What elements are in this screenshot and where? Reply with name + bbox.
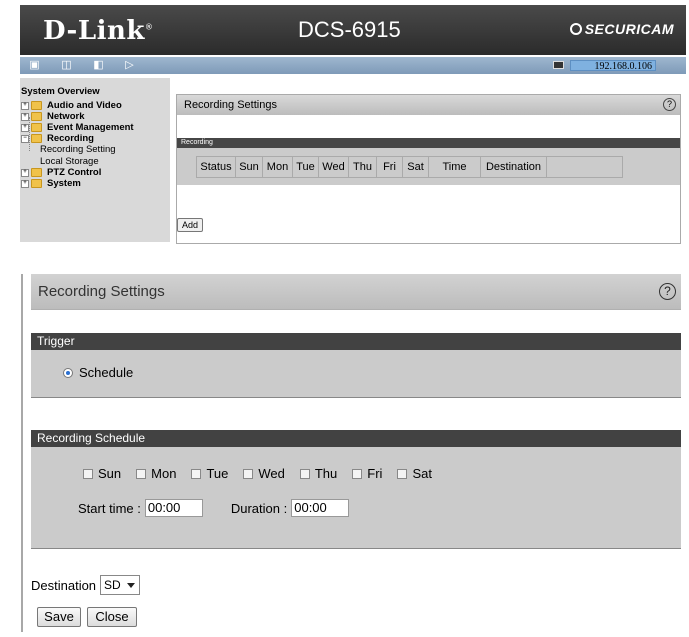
panel-header: Recording Settings ? — [177, 95, 680, 115]
search-icon[interactable]: ◫ — [60, 59, 73, 71]
destination-label: Destination — [31, 577, 97, 593]
exit-icon[interactable]: ▷ — [123, 59, 136, 71]
recording-settings-panel: Recording Settings ? Recording Status Su… — [176, 94, 681, 244]
day-checkboxes: Sun Mon Tue Wed Thu Fri Sat — [83, 466, 447, 481]
col-status: Status — [197, 157, 236, 177]
col-tue: Tue — [293, 157, 319, 177]
start-time-input[interactable]: 00:00 — [144, 499, 203, 517]
recording-section-header: Recording — [177, 138, 680, 148]
dlink-logo: D-Link® — [43, 16, 154, 46]
sidebar-item-recording[interactable]: − Recording — [21, 133, 94, 144]
top-screenshot: D-Link® DCS-6915 SECURICAM ▣ ◫ ◧ ▷ 192.1… — [20, 5, 686, 244]
sat-checkbox[interactable] — [397, 468, 408, 479]
header-bar: D-Link® DCS-6915 SECURICAM — [20, 5, 686, 55]
sun-checkbox[interactable] — [83, 468, 93, 479]
time-row: Start time : 00:00 Duration : 00:00 — [78, 499, 350, 517]
day-sat[interactable]: Sat — [397, 466, 432, 481]
monitor-icon — [553, 61, 564, 69]
col-destination: Destination — [481, 157, 547, 177]
bottom-screenshot: Recording Settings ? Trigger Schedule Re… — [21, 274, 681, 634]
col-empty — [547, 157, 622, 177]
day-sun[interactable]: Sun — [83, 466, 121, 481]
settings-header: Recording Settings ? — [31, 274, 681, 310]
trigger-section-header: Trigger — [31, 333, 681, 350]
expand-icon[interactable]: + — [21, 101, 29, 110]
help-icon[interactable]: ? — [659, 283, 676, 300]
destination-row: Destination SD — [31, 575, 141, 595]
fri-checkbox[interactable] — [352, 468, 363, 479]
model-name: DCS-6915 — [298, 17, 401, 42]
add-button[interactable]: Add — [177, 218, 203, 232]
securicam-mark-icon — [569, 23, 582, 35]
schedule-section: Sun Mon Tue Wed Thu Fri Sat Start time :… — [31, 447, 681, 549]
sidebar-item-audio-video[interactable]: + Audio and Video — [21, 100, 122, 111]
securicam-logo: SECURICAM — [569, 21, 674, 37]
duration-label: Duration : — [230, 500, 288, 516]
col-sun: Sun — [236, 157, 263, 177]
trigger-section: Schedule — [31, 350, 681, 398]
duration-input[interactable]: 00:00 — [291, 499, 350, 517]
schedule-radio-option[interactable]: Schedule — [63, 365, 133, 380]
folder-icon — [31, 168, 42, 177]
sidebar-title[interactable]: System Overview — [21, 86, 100, 97]
ip-address: 192.168.0.106 — [570, 60, 656, 72]
start-time-label: Start time : — [78, 500, 141, 516]
close-button[interactable]: Close — [87, 607, 137, 627]
mon-checkbox[interactable] — [136, 468, 147, 479]
main-content: Recording Settings ? Recording Status Su… — [173, 78, 684, 244]
folder-icon — [31, 112, 42, 121]
expand-icon[interactable]: + — [21, 179, 29, 188]
day-mon[interactable]: Mon — [136, 466, 176, 481]
schedule-section-header: Recording Schedule — [31, 430, 681, 447]
wed-checkbox[interactable] — [243, 468, 254, 479]
sidebar: System Overview + Audio and Video + Netw… — [20, 78, 170, 242]
day-fri[interactable]: Fri — [352, 466, 382, 481]
col-wed: Wed — [319, 157, 349, 177]
folder-icon — [31, 123, 42, 132]
sidebar-item-event-management[interactable]: + Event Management — [21, 122, 134, 133]
col-time: Time — [429, 157, 481, 177]
help-icon[interactable]: ? — [663, 98, 676, 111]
toolbar: ▣ ◫ ◧ ▷ 192.168.0.106 — [20, 57, 686, 74]
sidebar-item-local-storage[interactable]: Local Storage — [40, 156, 99, 167]
schedule-radio[interactable] — [63, 367, 73, 378]
destination-select[interactable]: SD — [100, 575, 141, 595]
collapse-icon[interactable]: − — [21, 134, 29, 143]
folder-icon — [31, 101, 42, 110]
sidebar-item-ptz-control[interactable]: + PTZ Control — [21, 167, 101, 178]
expand-icon[interactable]: + — [21, 123, 29, 132]
day-thu[interactable]: Thu — [299, 466, 337, 481]
day-wed[interactable]: Wed — [243, 466, 285, 481]
camera-icon[interactable]: ▣ — [28, 59, 41, 71]
sidebar-item-recording-setting[interactable]: Recording Setting — [40, 144, 116, 155]
sidebar-item-network[interactable]: + Network — [21, 111, 84, 122]
col-sat: Sat — [403, 157, 429, 177]
tue-checkbox[interactable] — [191, 468, 202, 479]
sidebar-item-system[interactable]: + System — [21, 178, 81, 189]
left-divider — [21, 274, 23, 632]
schedule-label: Schedule — [79, 365, 134, 380]
col-mon: Mon — [263, 157, 293, 177]
page-title: Recording Settings — [38, 283, 165, 300]
recording-table-header: Status Sun Mon Tue Wed Thu Fri Sat Time … — [196, 156, 623, 178]
open-folder-icon — [31, 134, 42, 143]
chevron-down-icon — [127, 583, 136, 588]
bookmark-icon[interactable]: ◧ — [92, 59, 105, 71]
thu-checkbox[interactable] — [299, 468, 310, 479]
expand-icon[interactable]: + — [21, 168, 29, 177]
save-button[interactable]: Save — [37, 607, 81, 627]
expand-icon[interactable]: + — [21, 112, 29, 121]
day-tue[interactable]: Tue — [191, 466, 228, 481]
folder-icon — [31, 179, 42, 188]
recording-section: Status Sun Mon Tue Wed Thu Fri Sat Time … — [177, 148, 680, 185]
col-thu: Thu — [349, 157, 377, 177]
col-fri: Fri — [377, 157, 403, 177]
